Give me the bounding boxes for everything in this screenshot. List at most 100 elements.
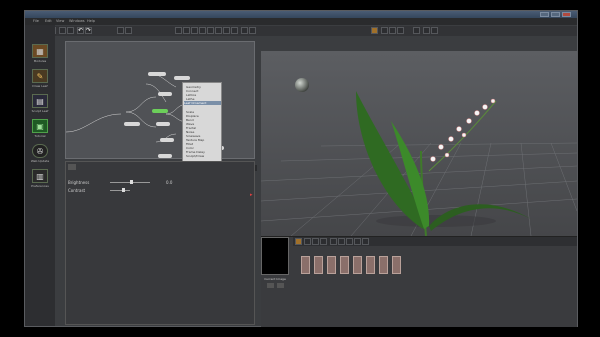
cut-icon[interactable]	[59, 27, 66, 34]
menu-file[interactable]: File	[33, 19, 39, 23]
help-icon[interactable]	[249, 27, 256, 34]
graph-node[interactable]	[160, 138, 174, 142]
group-icon[interactable]	[191, 27, 198, 34]
clapper-icon: ▤	[32, 94, 48, 108]
ungroup-icon[interactable]	[199, 27, 206, 34]
tutorial-label: Tutorial	[34, 134, 46, 138]
texture-brush-icon[interactable]	[304, 238, 311, 245]
material-preview-ball	[295, 78, 309, 92]
undo-icon[interactable]: ↶	[77, 27, 84, 34]
tutorial-button[interactable]: ▣ Tutorial	[28, 119, 52, 141]
info-icon[interactable]	[241, 27, 248, 34]
texture-pan-icon[interactable]	[346, 238, 353, 245]
texture-thumbnail[interactable]	[340, 256, 349, 274]
title-bar	[25, 11, 577, 18]
tutorial-icon: ▣	[32, 119, 48, 133]
cursor-icon: ▸	[250, 192, 253, 198]
menu-bar: File Edit View Windows Help	[25, 18, 577, 25]
texture-thumbnail[interactable]	[392, 256, 401, 274]
menu-windows[interactable]: Windows	[69, 19, 85, 23]
modules-label: Modules	[33, 59, 47, 63]
graph-node[interactable]	[148, 72, 166, 76]
texture-thumbnail[interactable]	[366, 256, 375, 274]
graph-node-active[interactable]	[152, 109, 168, 113]
pen-icon[interactable]	[381, 27, 388, 34]
current-image-preview	[261, 237, 289, 275]
edit-icon[interactable]	[277, 283, 284, 288]
panel-toggle-icon[interactable]	[68, 164, 76, 170]
sculpt-leaf-label: Sculpt Leaf	[31, 109, 49, 113]
texture-toolbar	[293, 237, 577, 246]
redo-icon[interactable]: ↷	[85, 27, 92, 34]
draw-leaf-label: Draw Leaf	[32, 84, 48, 88]
texture-panel: Current Image	[261, 236, 577, 327]
minimize-button[interactable]	[540, 12, 549, 17]
texture-thumbnail[interactable]	[301, 256, 310, 274]
contrast-slider[interactable]	[110, 190, 130, 191]
layout-icon[interactable]	[207, 27, 214, 34]
graph-node[interactable]	[124, 122, 140, 126]
close-button[interactable]	[562, 12, 571, 17]
web-update-button[interactable]: ✇ Web Update	[28, 144, 52, 166]
texture-export-icon[interactable]	[362, 238, 369, 245]
menu-item[interactable]: Sculpt/Draw	[186, 154, 204, 158]
brightness-value: 0.0	[166, 180, 173, 185]
modules-icon: ▦	[32, 44, 48, 58]
texture-fill-icon[interactable]	[312, 238, 319, 245]
modules-button[interactable]: ▦ Modules	[28, 44, 52, 66]
texture-zoom-icon[interactable]	[338, 238, 345, 245]
viewport-scene	[261, 51, 577, 236]
graph-node[interactable]	[158, 154, 172, 158]
menu-item-highlighted[interactable]: Leaf Ornament	[184, 101, 221, 105]
print-icon[interactable]	[231, 27, 238, 34]
grid-icon[interactable]	[223, 27, 230, 34]
main-window: File Edit View Windows Help ↶ ↷ ▦ Module…	[24, 10, 578, 327]
arrange-icon[interactable]	[183, 27, 190, 34]
preferences-icon: ▥	[32, 169, 48, 183]
graph-node[interactable]	[158, 92, 172, 96]
link-tool-icon[interactable]	[125, 27, 132, 34]
film-icon[interactable]	[423, 27, 430, 34]
texture-thumbnail[interactable]	[379, 256, 388, 274]
preferences-label: Preferences	[31, 184, 49, 188]
frame-icon[interactable]	[215, 27, 222, 34]
zoom-icon[interactable]	[175, 27, 182, 34]
light-icon[interactable]	[431, 27, 438, 34]
3d-viewport[interactable]	[261, 51, 577, 236]
web-update-label: Web Update	[30, 159, 50, 163]
shape-icon[interactable]	[397, 27, 404, 34]
draw-leaf-button[interactable]: ✎ Draw Leaf	[28, 69, 52, 91]
node-graph-panel[interactable]	[65, 41, 255, 159]
sculpt-leaf-button[interactable]: ▤ Sculpt Leaf	[28, 94, 52, 116]
menu-help[interactable]: Help	[87, 19, 95, 23]
preferences-button[interactable]: ▥ Preferences	[28, 169, 52, 191]
contrast-slider-handle[interactable]	[122, 188, 125, 192]
top-toolbar: ↶ ↷	[25, 26, 577, 36]
brush-icon[interactable]	[389, 27, 396, 34]
texture-thumbnail[interactable]	[353, 256, 362, 274]
texture-thumbnail[interactable]	[327, 256, 336, 274]
brightness-slider-handle[interactable]	[130, 180, 133, 184]
camera-icon[interactable]	[413, 27, 420, 34]
texture-erase-icon[interactable]	[320, 238, 327, 245]
pencil-icon: ✎	[32, 69, 48, 83]
texture-thumbnail[interactable]	[314, 256, 323, 274]
contrast-label: Contrast	[68, 188, 86, 193]
refresh-icon[interactable]	[267, 283, 274, 288]
menu-edit[interactable]: Edit	[45, 19, 52, 23]
graph-node[interactable]	[174, 76, 190, 80]
graph-node[interactable]	[156, 122, 170, 126]
texture-flip-icon[interactable]	[354, 238, 361, 245]
left-toolbar: ▦ Modules ✎ Draw Leaf ▤ Sculpt Leaf ▣ Tu…	[25, 25, 55, 326]
node-connections	[66, 73, 217, 143]
maximize-button[interactable]	[551, 12, 560, 17]
current-image-label: Current Image	[264, 277, 286, 281]
film-reel-icon: ✇	[32, 144, 48, 158]
context-menu: Geometry Connect Lattice Lathe Leaf Orna…	[182, 82, 222, 162]
texture-color-icon[interactable]	[330, 238, 337, 245]
texture-add-icon[interactable]	[295, 238, 302, 245]
menu-view[interactable]: View	[56, 19, 64, 23]
pointer-tool-icon[interactable]	[371, 27, 378, 34]
node-tool-icon[interactable]	[117, 27, 124, 34]
paste-icon[interactable]	[67, 27, 74, 34]
